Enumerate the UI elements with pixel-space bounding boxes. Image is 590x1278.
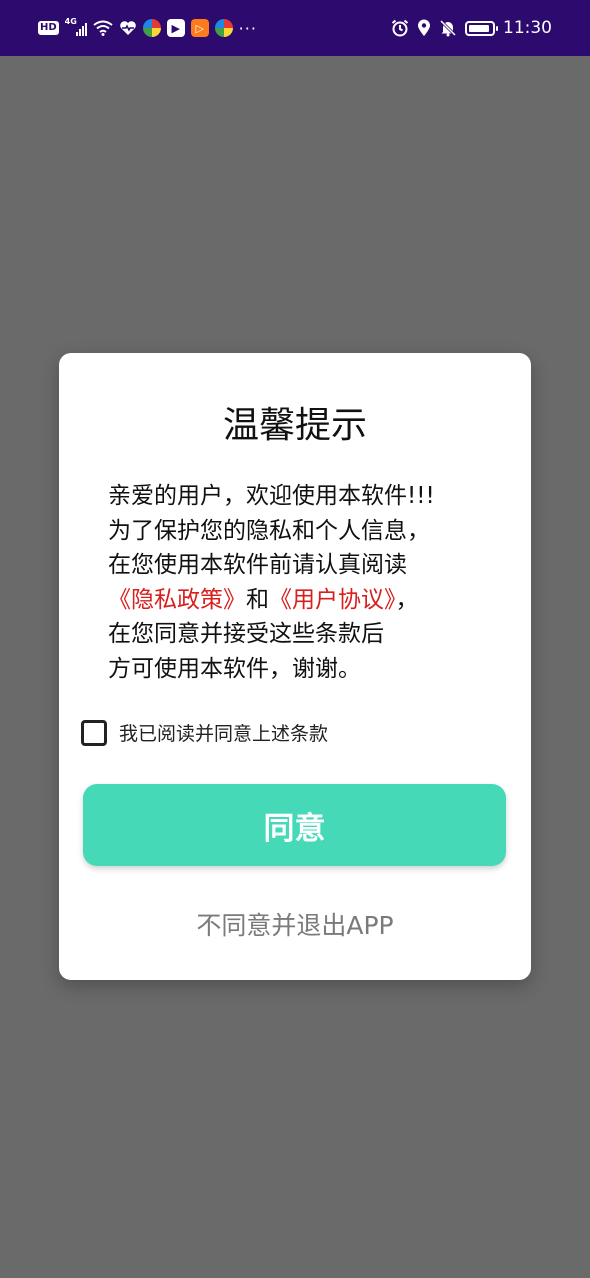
play-icon: ▶ [166, 19, 185, 37]
agree-button[interactable]: 同意 [83, 784, 506, 866]
screen: HD 4G ▶ ▷ ··· 11:30 温馨提示 亲爱的用户，欢迎使用本软件!!… [0, 0, 590, 1278]
user-agreement-link[interactable]: 《用户协议》 [269, 587, 396, 613]
status-bar-right: 11:30 [383, 18, 552, 38]
mute-icon [439, 19, 457, 37]
privacy-dialog: 温馨提示 亲爱的用户，欢迎使用本软件!!! 为了保护您的隐私和个人信息， 在您使… [59, 353, 531, 980]
health-icon [119, 21, 136, 35]
dialog-title: 温馨提示 [222, 405, 367, 446]
agree-terms-checkbox[interactable] [81, 719, 107, 746]
dialog-body: 亲爱的用户，欢迎使用本软件!!! 为了保护您的隐私和个人信息， 在您使用本软件前… [108, 479, 488, 686]
wifi-icon [93, 20, 113, 36]
alarm-icon [391, 19, 409, 37]
body-line-read: 在您使用本软件前请认真阅读 [108, 552, 407, 578]
battery-icon [465, 20, 498, 36]
status-bar-left: HD 4G ▶ ▷ ··· [38, 17, 263, 38]
body-line-links: 《隐私政策》和《用户协议》， [108, 583, 488, 618]
body-line-privacy: 为了保护您的隐私和个人信息， [108, 517, 430, 544]
comma-text: ， [395, 586, 419, 613]
body-line-welcome: 亲爱的用户，欢迎使用本软件!!! [108, 483, 435, 509]
body-line-thanks: 方可使用本软件，谢谢。 [108, 655, 361, 682]
status-bar: HD 4G ▶ ▷ ··· 11:30 [0, 0, 590, 56]
app-icon [142, 19, 161, 37]
body-line-accept: 在您同意并接受这些条款后 [108, 621, 384, 647]
agree-terms-row[interactable]: 我已阅读并同意上述条款 [81, 719, 328, 746]
video-icon: ▷ [190, 19, 209, 37]
more-icon: ··· [238, 18, 257, 38]
clock: 11:30 [503, 18, 552, 38]
agree-terms-label[interactable]: 我已阅读并同意上述条款 [119, 719, 328, 746]
disagree-exit-link[interactable]: 不同意并退出APP [59, 906, 531, 942]
and-text: 和 [246, 586, 269, 613]
privacy-policy-link[interactable]: 《隐私政策》 [108, 587, 246, 613]
signal-icon: 4G [65, 17, 87, 37]
location-icon [418, 19, 430, 36]
hd-icon: HD [38, 21, 59, 35]
app-icon [214, 19, 233, 37]
